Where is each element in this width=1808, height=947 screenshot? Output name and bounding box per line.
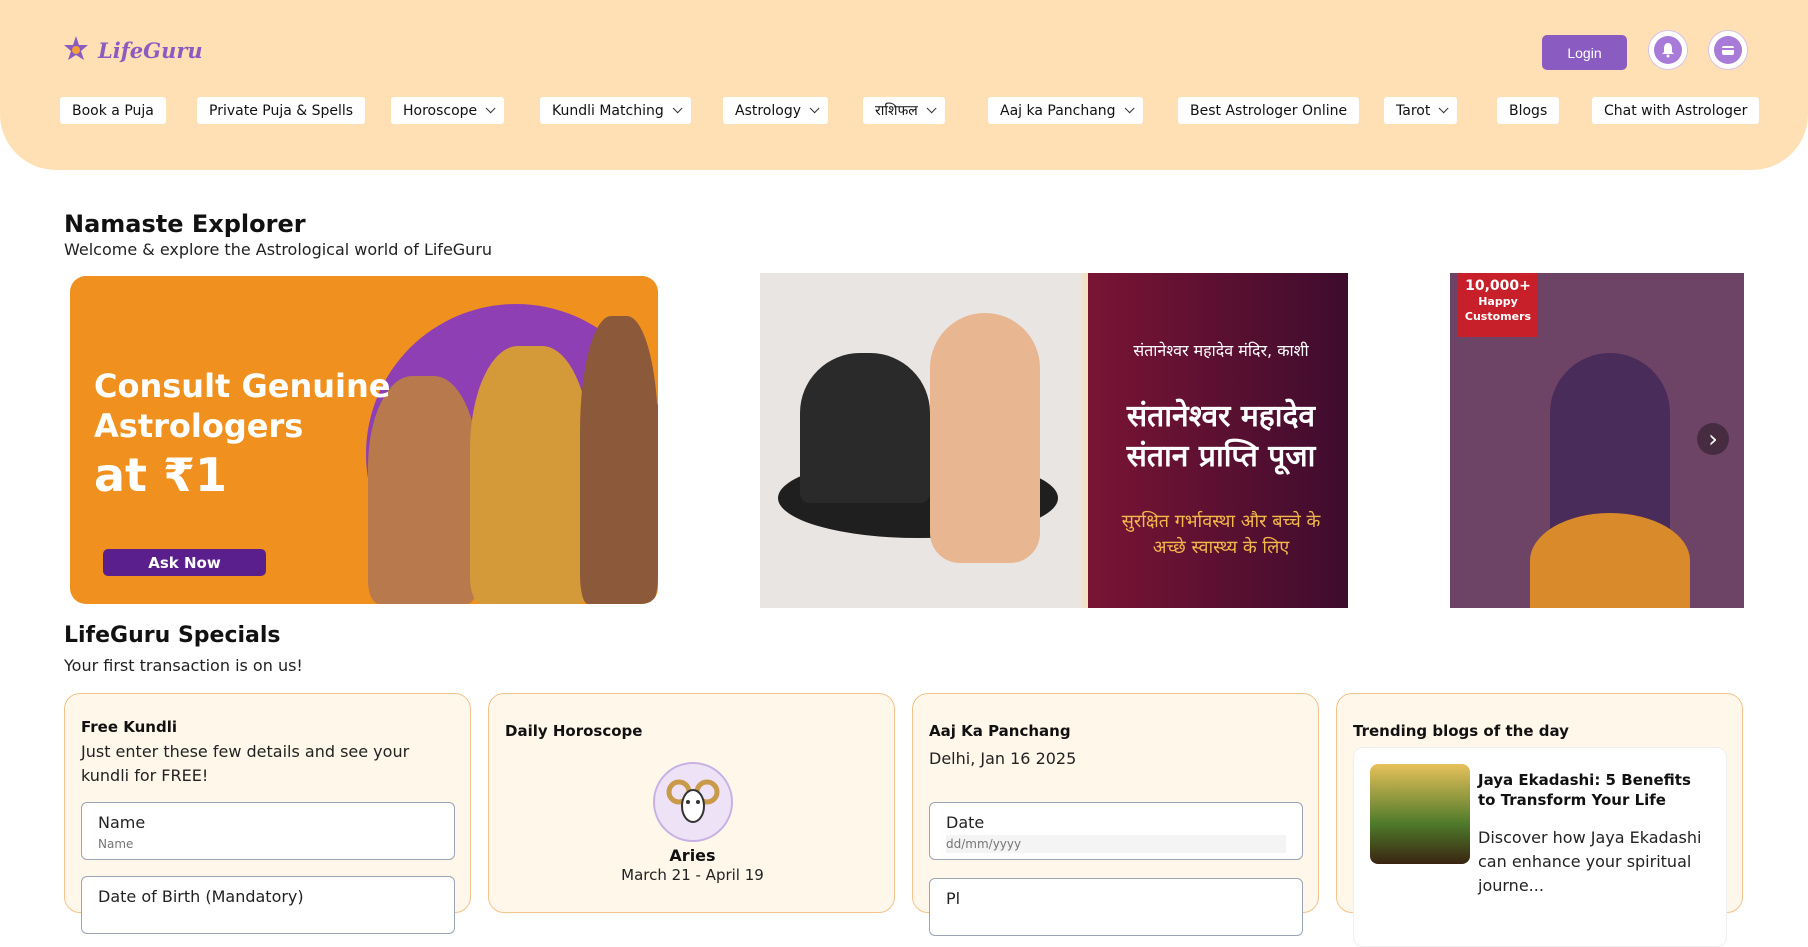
- banner-puja-subtitle: सुरक्षित गर्भावस्था और बच्चे के अच्छे स्…: [1088, 509, 1348, 561]
- badge-line: Happy: [1478, 295, 1518, 308]
- card-title: Trending blogs of the day: [1353, 722, 1569, 740]
- nav-label: Tarot: [1396, 102, 1431, 119]
- nav-private-puja-spells[interactable]: Private Puja & Spells: [197, 97, 366, 124]
- ask-now-button[interactable]: Ask Now: [103, 549, 266, 576]
- happy-customers-badge: 10,000+ Happy Customers: [1458, 273, 1538, 337]
- carousel-next-button[interactable]: ›: [1697, 423, 1729, 455]
- nav-label: Astrology: [735, 102, 802, 119]
- login-button[interactable]: Login: [1542, 35, 1627, 70]
- logo[interactable]: LifeGuru: [60, 34, 203, 66]
- aaj-ka-panchang-card: Aaj Ka Panchang Delhi, Jan 16 2025 Date …: [912, 693, 1319, 936]
- badge-count: 10,000+: [1465, 278, 1531, 294]
- nav-label: Book a Puja: [72, 102, 154, 119]
- lotus-star-icon: [64, 36, 88, 60]
- chevron-down-icon: [926, 103, 937, 114]
- nav-blogs[interactable]: Blogs: [1497, 97, 1560, 124]
- flower-garland-image: [1530, 513, 1690, 608]
- shivling-image: [800, 353, 930, 503]
- astrologer-figure: [470, 346, 590, 604]
- chevron-down-icon: [1124, 103, 1135, 114]
- wallet-icon: [1722, 46, 1734, 55]
- banner-headline: Consult Genuine Astrologers: [94, 366, 390, 446]
- nav-label: Blogs: [1509, 102, 1548, 119]
- baby-image: [930, 313, 1040, 563]
- wallet-button[interactable]: [1708, 30, 1748, 70]
- nav-label: Chat with Astrologer: [1604, 102, 1748, 119]
- nav-label: Aaj ka Panchang: [1000, 102, 1116, 119]
- zodiac-sign-dates: March 21 - April 19: [621, 866, 764, 884]
- banner-headline-line: Consult Genuine: [94, 367, 391, 405]
- nav-horoscope[interactable]: Horoscope: [391, 97, 505, 124]
- nav-kundli-matching[interactable]: Kundli Matching: [540, 97, 691, 124]
- daily-horoscope-card[interactable]: Daily Horoscope Aries March 21 - April 1…: [488, 693, 895, 913]
- bell-icon: [1662, 43, 1674, 58]
- panchang-location-date: Delhi, Jan 16 2025: [929, 749, 1077, 768]
- nav-tarot[interactable]: Tarot: [1384, 97, 1458, 124]
- field-label: Date: [946, 813, 985, 832]
- brand-name: LifeGuru: [98, 37, 203, 63]
- date-input[interactable]: [946, 835, 1286, 853]
- name-field[interactable]: Name: [81, 802, 455, 860]
- card-title: Aaj Ka Panchang: [929, 722, 1071, 740]
- site-header: LifeGuru Login Book a Puja Private Puja …: [0, 0, 1808, 170]
- name-input[interactable]: [98, 835, 438, 853]
- banner-puja-title-line: संतानेश्वर महादेव: [1126, 399, 1316, 434]
- banner-puja-title: संतानेश्वर महादेव संतान प्राप्ति पूजा: [1088, 397, 1348, 477]
- banner-puja-subtitle-line: सुरक्षित गर्भावस्था और बच्चे के: [1121, 511, 1321, 532]
- place-field[interactable]: Pl: [929, 878, 1303, 936]
- nav-astrology[interactable]: Astrology: [723, 97, 829, 124]
- nav-book-a-puja[interactable]: Book a Puja: [60, 97, 166, 124]
- zodiac-sign-name: Aries: [669, 846, 716, 865]
- blog-item[interactable]: Jaya Ekadashi: 5 Benefits to Transform Y…: [1353, 747, 1727, 947]
- blog-excerpt: Discover how Jaya Ekadashi can enhance y…: [1478, 828, 1702, 895]
- chevron-down-icon: [809, 103, 820, 114]
- chevron-down-icon: [672, 103, 683, 114]
- notification-button[interactable]: [1648, 30, 1688, 70]
- nav-chat-with-astrologer[interactable]: Chat with Astrologer: [1592, 97, 1760, 124]
- banner-price: at ₹1: [94, 448, 228, 502]
- banner-santan-prapti-puja[interactable]: संतानेश्वर महादेव मंदिर, काशी संतानेश्वर…: [760, 273, 1348, 608]
- chevron-down-icon: [1438, 103, 1449, 114]
- card-description: Just enter these few details and see you…: [81, 742, 410, 785]
- card-title: Daily Horoscope: [505, 722, 643, 740]
- blog-thumbnail: [1370, 764, 1470, 864]
- date-field[interactable]: Date: [929, 802, 1303, 860]
- nav-label: Private Puja & Spells: [209, 102, 354, 119]
- banner-consult-astrologers[interactable]: Consult Genuine Astrologers at ₹1 Ask No…: [70, 276, 658, 604]
- dob-field[interactable]: Date of Birth (Mandatory): [81, 876, 455, 934]
- field-label: Pl: [946, 889, 961, 908]
- banner-happy-customers[interactable]: 10,000+ Happy Customers ›: [1450, 273, 1744, 608]
- banner-puja-title-line: संतान प्राप्ति पूजा: [1126, 439, 1316, 474]
- nav-best-astrologer-online[interactable]: Best Astrologer Online: [1178, 97, 1360, 124]
- welcome-title: Namaste Explorer: [64, 210, 306, 238]
- welcome-subtitle: Welcome & explore the Astrological world…: [64, 240, 493, 259]
- nav-label: राशिफल: [875, 103, 918, 119]
- zodiac-sign-button[interactable]: [653, 762, 733, 842]
- blog-title[interactable]: Jaya Ekadashi: 5 Benefits to Transform Y…: [1478, 770, 1708, 810]
- specials-title: LifeGuru Specials: [64, 623, 281, 648]
- nav-rashifal[interactable]: राशिफल: [863, 97, 945, 124]
- free-kundli-card: Free Kundli Just enter these few details…: [64, 693, 471, 934]
- banner-headline-line: Astrologers: [94, 407, 304, 445]
- ram-icon: [666, 779, 720, 823]
- card-title: Free Kundli: [81, 718, 177, 736]
- chevron-right-icon: ›: [1708, 425, 1718, 453]
- trending-blogs-card: Trending blogs of the day Jaya Ekadashi:…: [1336, 693, 1743, 947]
- chevron-down-icon: [485, 103, 496, 114]
- nav-label: Horoscope: [403, 102, 478, 119]
- nav-aaj-ka-panchang[interactable]: Aaj ka Panchang: [988, 97, 1143, 124]
- banner-temple-name: संतानेश्वर महादेव मंदिर, काशी: [1133, 341, 1309, 360]
- banner-text-panel: संतानेश्वर महादेव मंदिर, काशी संतानेश्वर…: [1082, 273, 1348, 608]
- specials-subtitle: Your first transaction is on us!: [64, 656, 303, 675]
- field-label: Name: [98, 813, 146, 832]
- badge-line: Customers: [1464, 310, 1532, 323]
- astrologer-figure: [580, 316, 658, 604]
- nav-label: Best Astrologer Online: [1190, 102, 1348, 119]
- banner-puja-subtitle-line: अच्छे स्वास्थ्य के लिए: [1152, 537, 1290, 558]
- nav-label: Kundli Matching: [552, 102, 664, 119]
